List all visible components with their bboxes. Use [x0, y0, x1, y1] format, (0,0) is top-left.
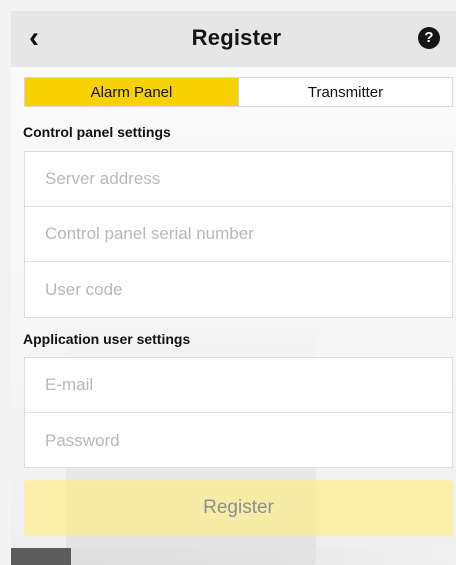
register-screen: ‹ Register ? Alarm Panel Transmitter Con…: [11, 11, 456, 565]
serial-number-input[interactable]: [45, 224, 432, 244]
serial-number-field: [25, 207, 452, 262]
application-user-settings-form: [24, 357, 453, 468]
page-title: Register: [191, 25, 282, 50]
email-input[interactable]: [45, 375, 432, 395]
password-input[interactable]: [45, 430, 432, 451]
background-shape: [71, 548, 456, 565]
application-user-settings-title: Application user settings: [23, 331, 191, 347]
server-address-input[interactable]: [45, 169, 432, 189]
user-code-input[interactable]: [45, 279, 432, 300]
register-button[interactable]: Register: [24, 480, 453, 536]
tab-alarm-panel[interactable]: Alarm Panel: [25, 78, 239, 106]
server-address-field: [25, 152, 452, 207]
email-field: [25, 358, 452, 413]
help-button[interactable]: ?: [418, 27, 440, 49]
password-field: [25, 413, 452, 468]
app-header: ‹ Register ?: [11, 11, 456, 67]
help-icon: ?: [424, 29, 434, 46]
registration-type-tabs: Alarm Panel Transmitter: [24, 77, 453, 107]
tab-transmitter[interactable]: Transmitter: [239, 78, 452, 106]
control-panel-settings-title: Control panel settings: [23, 124, 171, 140]
user-code-field: [25, 262, 452, 317]
background-shape: [11, 548, 71, 565]
control-panel-settings-form: [24, 151, 453, 318]
